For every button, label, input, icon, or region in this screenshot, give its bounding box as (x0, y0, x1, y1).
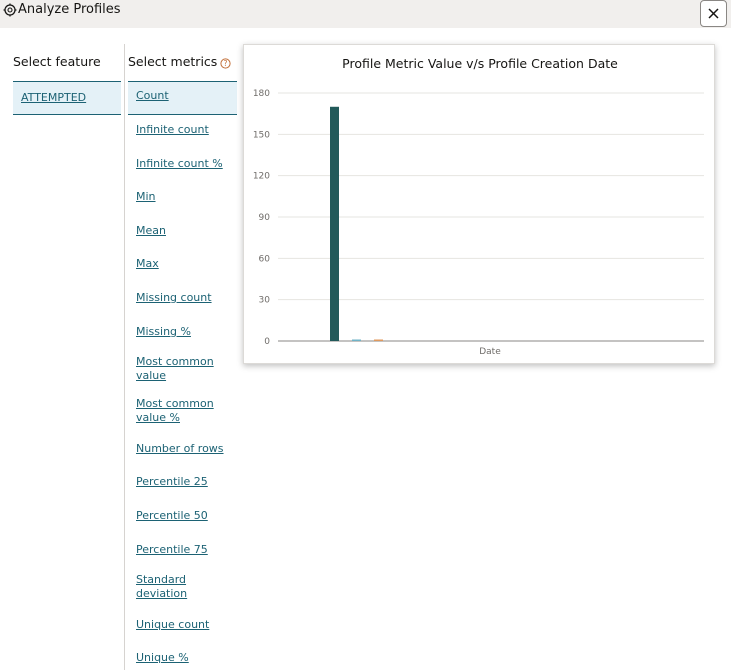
svg-text:?: ? (224, 59, 228, 68)
close-icon (708, 8, 719, 19)
y-tick-label: 180 (253, 89, 270, 99)
metric-item-percentile-75[interactable]: Percentile 75 (136, 543, 226, 557)
metric-item-most-common-value-pct[interactable]: Most common value % (136, 397, 226, 425)
bar-chart: 0 30 60 90 120 150 180 Date (253, 89, 704, 357)
analyze-icon (3, 3, 17, 17)
metric-item-unique-count[interactable]: Unique count (136, 618, 226, 632)
metric-item-most-common-value[interactable]: Most common value (136, 355, 226, 383)
dialog-header: Analyze Profiles (0, 0, 731, 28)
metric-item-standard-deviation[interactable]: Standard deviation (136, 573, 226, 601)
select-metrics-label: Select metrics (128, 54, 218, 69)
select-metrics-heading: Select metrics ? (128, 54, 231, 69)
y-tick-label: 0 (264, 337, 270, 347)
select-feature-heading: Select feature (13, 54, 101, 69)
metric-item-count[interactable]: Count (136, 89, 226, 103)
chart-grid: 0 30 60 90 120 150 180 (253, 89, 704, 347)
y-tick-label: 150 (253, 130, 270, 140)
metric-item-missing-count[interactable]: Missing count (136, 291, 226, 305)
metric-item-missing-pct[interactable]: Missing % (136, 325, 226, 339)
chart-bars (330, 106, 383, 342)
metric-item-max[interactable]: Max (136, 257, 226, 271)
panel-divider (124, 44, 125, 670)
metric-item-percentile-25[interactable]: Percentile 25 (136, 475, 226, 489)
metric-item-infinite-count[interactable]: Infinite count (136, 123, 226, 137)
dialog-title: Analyze Profiles (18, 2, 121, 17)
feature-item-selected[interactable]: ATTEMPTED (13, 81, 121, 115)
metric-item-min[interactable]: Min (136, 190, 226, 204)
metric-item-mean[interactable]: Mean (136, 224, 226, 238)
bar-series-1[interactable] (330, 106, 339, 342)
chart-panel: Profile Metric Value v/s Profile Creatio… (243, 44, 715, 364)
metric-item-infinite-count-pct[interactable]: Infinite count % (136, 157, 226, 171)
bar-series-3[interactable] (374, 339, 383, 342)
metric-item-unique-pct[interactable]: Unique % (136, 651, 226, 665)
bar-series-2[interactable] (352, 339, 361, 342)
y-tick-label: 90 (259, 213, 271, 223)
feature-item-label[interactable]: ATTEMPTED (21, 91, 86, 104)
y-tick-label: 60 (259, 254, 271, 264)
x-axis-label: Date (479, 347, 501, 357)
help-icon[interactable]: ? (220, 57, 231, 69)
close-button[interactable] (700, 0, 727, 27)
y-tick-label: 30 (259, 296, 271, 306)
y-tick-label: 120 (253, 172, 270, 182)
metric-item-number-of-rows[interactable]: Number of rows (136, 442, 226, 456)
metric-item-percentile-50[interactable]: Percentile 50 (136, 509, 226, 523)
